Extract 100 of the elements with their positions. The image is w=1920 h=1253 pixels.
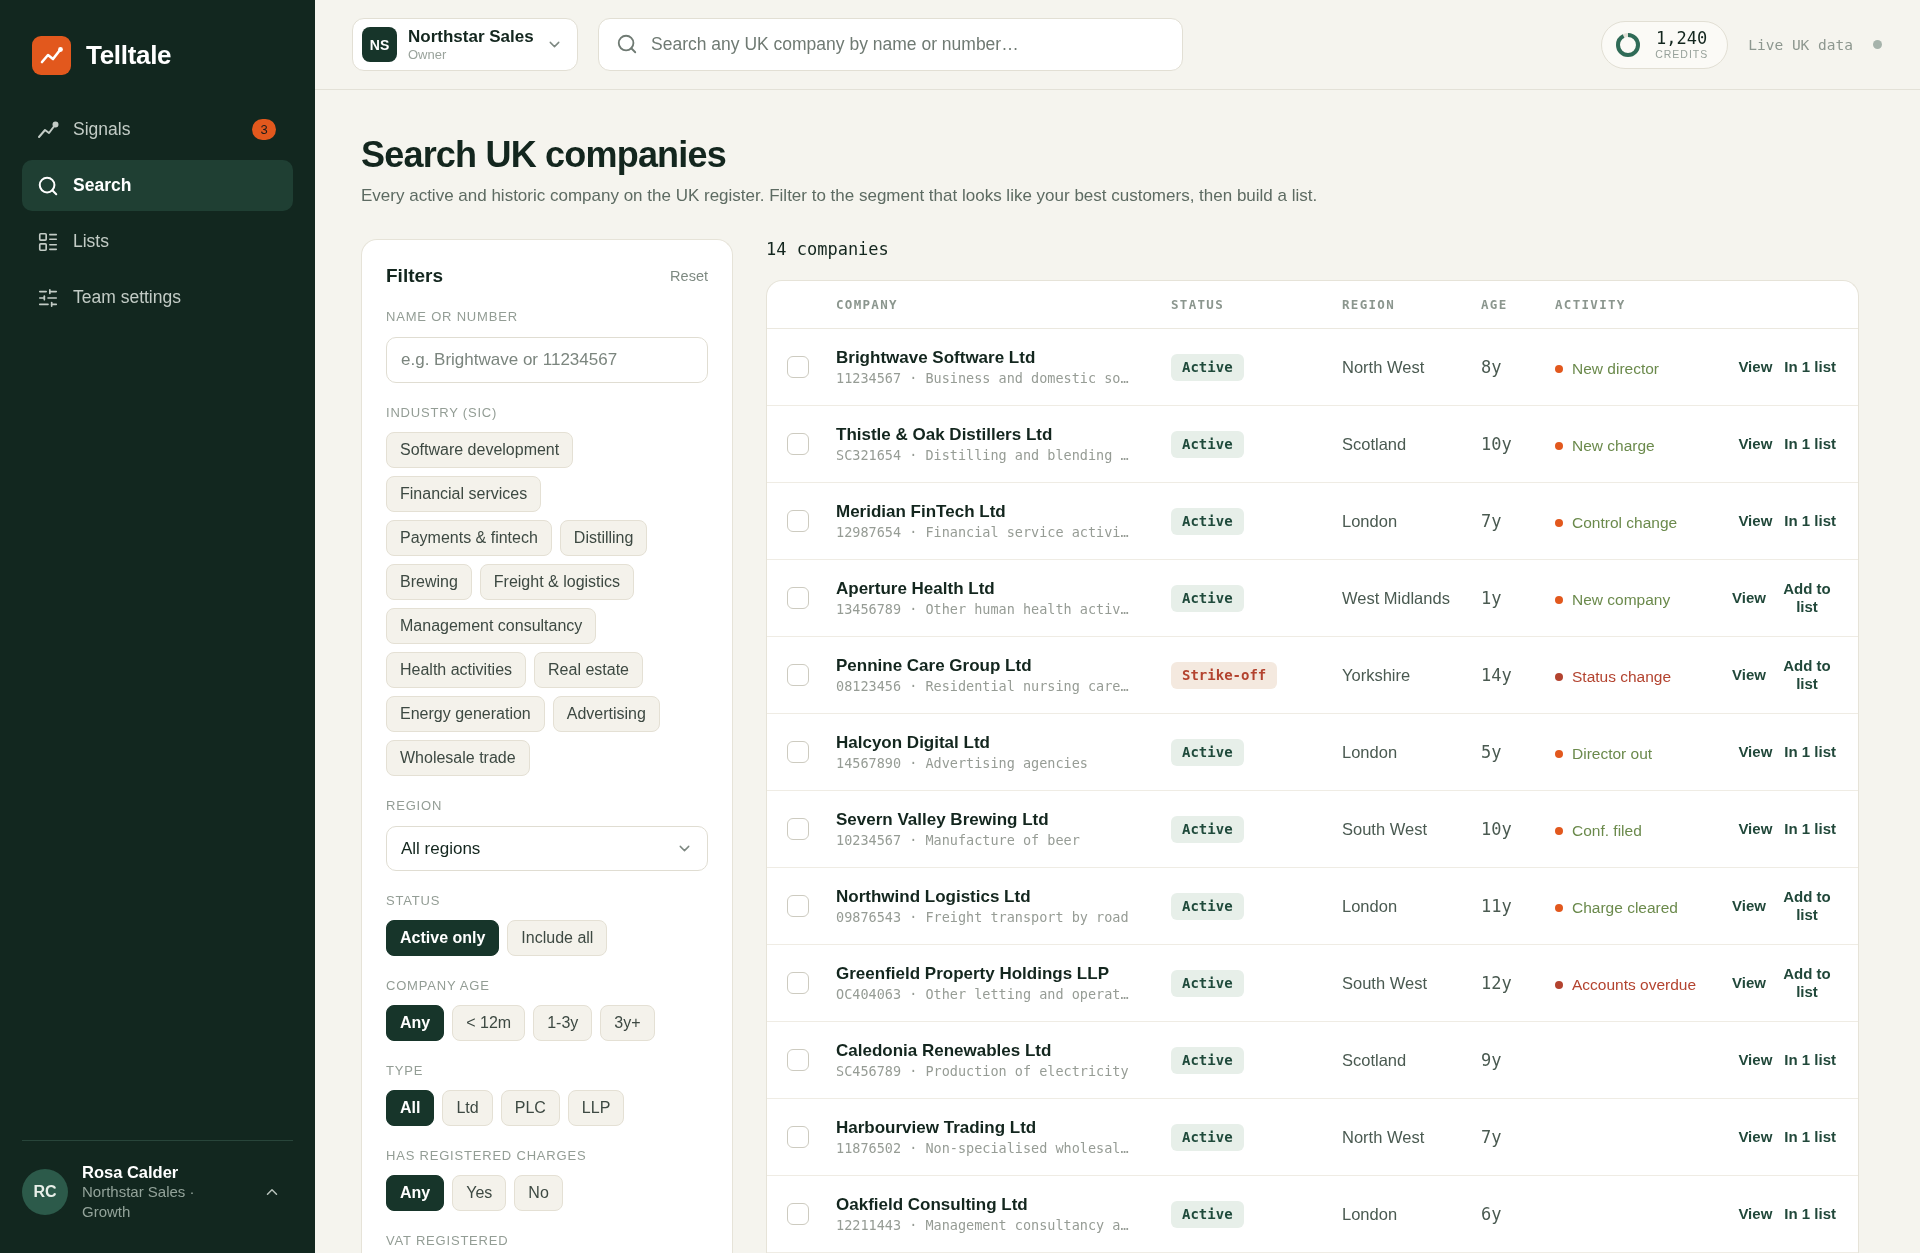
region-cell: West Midlands xyxy=(1342,588,1450,608)
region-cell: South West xyxy=(1342,819,1427,839)
filter-chip[interactable]: Health activities xyxy=(386,652,527,688)
reset-link[interactable]: Reset xyxy=(670,268,708,284)
search-field[interactable]: Search any UK company by name or number… xyxy=(598,18,1183,71)
filter-chip[interactable]: Payments & fintech xyxy=(386,520,552,556)
list-link[interactable]: In 1 list xyxy=(1784,1205,1836,1223)
nav-item[interactable]: Signals 3 xyxy=(22,104,293,155)
filter-chip[interactable]: PLC xyxy=(500,1090,560,1126)
filter-label: INDUSTRY (SIC) xyxy=(386,405,499,421)
org-switcher[interactable]: NS Northstar Sales Owner xyxy=(352,18,578,71)
activity-label: Control change xyxy=(1572,514,1678,532)
view-link[interactable]: View xyxy=(1732,897,1766,915)
activity-label: New director xyxy=(1572,360,1659,378)
row-checkbox[interactable] xyxy=(787,895,809,917)
list-link[interactable]: In 1 list xyxy=(1784,820,1836,838)
view-link[interactable]: View xyxy=(1732,666,1766,684)
filter-chip[interactable]: Any xyxy=(386,1175,445,1211)
company-name: Northwind Logistics Ltd xyxy=(836,886,1031,907)
filter-chip[interactable]: Active only xyxy=(386,920,500,956)
activity-label: Conf. filed xyxy=(1572,822,1642,840)
filter-chip[interactable]: LLP xyxy=(567,1090,625,1126)
filter-chip[interactable]: Advertising xyxy=(552,696,660,732)
list-link[interactable]: In 1 list xyxy=(1784,1128,1836,1146)
nav-item[interactable]: Search xyxy=(22,160,293,211)
row-checkbox[interactable] xyxy=(787,1049,809,1071)
list-link[interactable]: Add to list xyxy=(1778,580,1836,616)
company-meta: 11234567 · Business and domestic so… xyxy=(836,370,1129,387)
view-link[interactable]: View xyxy=(1738,743,1773,761)
filter-chip[interactable]: Wholesale trade xyxy=(386,740,530,776)
age-cell: 11y xyxy=(1481,896,1512,916)
filter-chip[interactable]: Brewing xyxy=(386,564,472,600)
name-search-field[interactable]: e.g. Brightwave or 11234567 xyxy=(386,337,708,383)
filter-label: VAT REGISTERED xyxy=(386,1233,510,1249)
age-cell: 7y xyxy=(1481,511,1502,531)
company-meta: 09876543 · Freight transport by road xyxy=(836,909,1129,926)
list-link[interactable]: In 1 list xyxy=(1784,512,1836,530)
filter-chip[interactable]: 3y+ xyxy=(600,1005,655,1041)
user-avatar: RC xyxy=(22,1169,68,1215)
list-link[interactable]: Add to list xyxy=(1778,888,1836,924)
filter-chip[interactable]: 1-3y xyxy=(533,1005,593,1041)
row-checkbox[interactable] xyxy=(787,433,809,455)
nav-item[interactable]: Lists xyxy=(22,216,293,267)
filter-chip[interactable]: Management consultancy xyxy=(386,608,597,644)
view-link[interactable]: View xyxy=(1738,1051,1773,1069)
filter-label: COMPANY AGE xyxy=(386,978,491,994)
filter-chip[interactable]: No xyxy=(514,1175,563,1211)
filter-chip[interactable]: Software development xyxy=(386,432,574,468)
view-link[interactable]: View xyxy=(1738,358,1773,376)
list-link[interactable]: In 1 list xyxy=(1784,743,1836,761)
row-checkbox[interactable] xyxy=(787,587,809,609)
list-link[interactable]: In 1 list xyxy=(1784,1051,1836,1069)
filter-chip[interactable]: Freight & logistics xyxy=(479,564,635,600)
filter-chip[interactable]: Distilling xyxy=(559,520,648,556)
company-meta: OC404063 · Other letting and operat… xyxy=(836,986,1129,1003)
filter-chip[interactable]: Energy generation xyxy=(386,696,545,732)
company-meta: 11876502 · Non-specialised wholesal… xyxy=(836,1140,1129,1157)
filter-chip[interactable]: Financial services xyxy=(386,476,542,512)
age-cell: 5y xyxy=(1481,742,1502,762)
org-avatar: NS xyxy=(362,27,397,62)
row-checkbox[interactable] xyxy=(787,664,809,686)
list-link[interactable]: Add to list xyxy=(1778,657,1836,693)
view-link[interactable]: View xyxy=(1738,1205,1773,1223)
view-link[interactable]: View xyxy=(1738,820,1773,838)
view-link[interactable]: View xyxy=(1732,974,1766,992)
region-select[interactable]: All regions xyxy=(386,826,708,871)
age-cell: 12y xyxy=(1481,973,1512,993)
row-checkbox[interactable] xyxy=(787,510,809,532)
nav-item[interactable]: Team settings xyxy=(22,272,293,323)
filter-chip[interactable]: Include all xyxy=(507,920,608,956)
status-badge: Active xyxy=(1171,1200,1244,1228)
view-link[interactable]: View xyxy=(1738,435,1773,453)
row-checkbox[interactable] xyxy=(787,818,809,840)
live-data-label: Live UK data xyxy=(1748,36,1853,53)
filter-chip[interactable]: Yes xyxy=(452,1175,507,1211)
user-name: Rosa Calder xyxy=(82,1162,180,1182)
company-meta: SC456789 · Production of electricity xyxy=(836,1063,1129,1080)
filter-chip[interactable]: Ltd xyxy=(442,1090,493,1126)
list-link[interactable]: Add to list xyxy=(1778,965,1836,1001)
filter-chip[interactable]: Any xyxy=(386,1005,445,1041)
row-checkbox[interactable] xyxy=(787,1203,809,1225)
region-cell: London xyxy=(1342,511,1398,531)
row-checkbox[interactable] xyxy=(787,741,809,763)
view-link[interactable]: View xyxy=(1732,589,1766,607)
filter-chip[interactable]: All xyxy=(386,1090,435,1126)
filter-chip[interactable]: < 12m xyxy=(452,1005,526,1041)
row-checkbox[interactable] xyxy=(787,1126,809,1148)
list-link[interactable]: In 1 list xyxy=(1784,435,1836,453)
list-icon xyxy=(37,230,59,253)
row-checkbox[interactable] xyxy=(787,972,809,994)
company-meta: 14567890 · Advertising agencies xyxy=(836,755,1088,772)
row-checkbox[interactable] xyxy=(787,356,809,378)
region-cell: North West xyxy=(1342,357,1425,377)
view-link[interactable]: View xyxy=(1738,1128,1773,1146)
filter-chip[interactable]: Real estate xyxy=(534,652,643,688)
company-meta: 12987654 · Financial service activi… xyxy=(836,524,1129,541)
view-link[interactable]: View xyxy=(1738,512,1773,530)
page-title: Search UK companies xyxy=(361,133,726,177)
column-header: REGION xyxy=(1342,297,1395,312)
list-link[interactable]: In 1 list xyxy=(1784,358,1836,376)
